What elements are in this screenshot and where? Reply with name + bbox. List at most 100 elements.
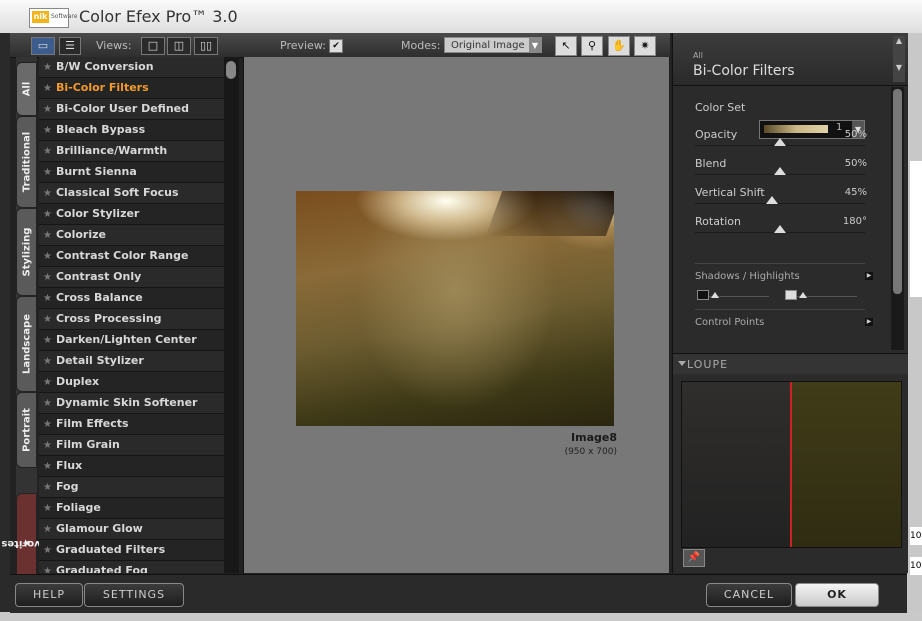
favorite-star-icon[interactable]: ★ (43, 503, 52, 514)
tab-portrait[interactable]: Portrait (16, 392, 37, 468)
ok-button[interactable]: OK (795, 583, 879, 607)
filter-list-item[interactable]: ★ Glamour Glow (39, 519, 224, 540)
filter-list-item[interactable]: ★ Cross Balance (39, 288, 224, 309)
highlights-slider-thumb[interactable] (799, 292, 807, 298)
filter-list-item[interactable]: ★ Cross Processing (39, 309, 224, 330)
header-scroll-control[interactable]: ▲ ▼ (893, 36, 905, 82)
favorite-star-icon[interactable]: ★ (43, 293, 52, 304)
scrollbar-thumb[interactable] (226, 61, 236, 79)
rotation-slider-thumb[interactable] (774, 225, 786, 233)
host-right-edge: 10 10 (907, 33, 922, 621)
filter-list-item[interactable]: ★ Color Stylizer (39, 204, 224, 225)
filter-list-item[interactable]: ★ Bleach Bypass (39, 120, 224, 141)
filter-list-item-label: Bleach Bypass (55, 123, 146, 136)
pointer-tool-icon[interactable]: ↖ (555, 36, 577, 56)
filter-list-item-label: Darken/Lighten Center (55, 333, 197, 346)
hand-tool-icon[interactable]: ✋ (608, 36, 630, 56)
tab-all[interactable]: All (16, 62, 37, 116)
vertical-shift-slider-track[interactable] (695, 203, 865, 204)
side-by-side-view-icon[interactable]: ▯▯ (194, 37, 218, 55)
opacity-slider-thumb[interactable] (774, 138, 786, 146)
filter-list-item[interactable]: ★ Bi-Color User Defined (39, 99, 224, 120)
favorite-star-icon[interactable]: ★ (43, 230, 52, 241)
preview-image[interactable] (296, 191, 614, 426)
preview-checkbox[interactable]: ✔ (329, 39, 343, 53)
category-tabs: All Traditional Stylizing Landscape Port… (0, 57, 53, 593)
favorite-star-icon[interactable]: ★ (43, 482, 52, 493)
cancel-button[interactable]: CANCEL (706, 583, 792, 607)
favorite-star-icon[interactable]: ★ (43, 251, 52, 262)
favorite-star-icon[interactable]: ★ (43, 377, 52, 388)
favorite-star-icon[interactable]: ★ (43, 209, 52, 220)
tab-stylizing[interactable]: Stylizing (16, 208, 37, 296)
filter-list-item[interactable]: ★ Detail Stylizer (39, 351, 224, 372)
favorite-star-icon[interactable]: ★ (43, 545, 52, 556)
filter-list-item[interactable]: ★ B/W Conversion (39, 57, 224, 78)
favorite-star-icon[interactable]: ★ (43, 440, 52, 451)
shadows-slider-thumb[interactable] (711, 292, 719, 298)
filter-list-item[interactable]: ★ Film Grain (39, 435, 224, 456)
favorite-star-icon[interactable]: ★ (43, 104, 52, 115)
filter-list-item-label: Burnt Sienna (55, 165, 137, 178)
filter-list-item[interactable]: ★ Contrast Only (39, 267, 224, 288)
favorite-star-icon[interactable]: ★ (43, 419, 52, 430)
modes-select[interactable]: Original Image ▼ (444, 37, 542, 53)
filter-list-item[interactable]: ★ Burnt Sienna (39, 162, 224, 183)
favorite-star-icon[interactable]: ★ (43, 566, 52, 573)
expand-arrow-icon[interactable]: ▶ (865, 318, 873, 326)
help-button[interactable]: HELP (15, 583, 83, 607)
favorite-star-icon[interactable]: ★ (43, 62, 52, 73)
favorite-star-icon[interactable]: ★ (43, 398, 52, 409)
pin-icon[interactable]: 📌 (683, 549, 705, 567)
filter-list-item[interactable]: ★ Foliage (39, 498, 224, 519)
favorite-star-icon[interactable]: ★ (43, 335, 52, 346)
filter-list-item[interactable]: ★ Flux (39, 456, 224, 477)
single-view-icon[interactable]: □ (141, 37, 165, 55)
tab-traditional[interactable]: Traditional (16, 116, 37, 208)
favorite-star-icon[interactable]: ★ (43, 146, 52, 157)
color-set-label: Color Set (695, 101, 746, 114)
logo-subtext: Software (51, 13, 78, 20)
filter-list-item[interactable]: ★ Brilliance/Warmth (39, 141, 224, 162)
panel-scrollbar[interactable] (891, 87, 904, 350)
favorite-star-icon[interactable]: ★ (43, 524, 52, 535)
loupe-header[interactable]: LOUPE (673, 353, 908, 374)
filter-list-item[interactable]: ★ Duplex (39, 372, 224, 393)
expand-arrow-icon[interactable]: ▶ (865, 272, 873, 280)
split-view-icon[interactable]: ◫ (167, 37, 191, 55)
favorite-star-icon[interactable]: ★ (43, 461, 52, 472)
favorite-star-icon[interactable]: ★ (43, 167, 52, 178)
blend-slider-thumb[interactable] (774, 167, 786, 175)
filter-list-item[interactable]: ★ Bi-Color Filters (39, 78, 224, 99)
favorite-star-icon[interactable]: ★ (43, 125, 52, 136)
favorite-star-icon[interactable]: ★ (43, 356, 52, 367)
filter-list-item-label: Fog (55, 480, 79, 493)
filter-list-scrollbar[interactable] (224, 57, 239, 573)
favorite-star-icon[interactable]: ★ (43, 314, 52, 325)
scrollbar-thumb[interactable] (893, 89, 902, 294)
tab-landscape[interactable]: Landscape (16, 296, 37, 392)
color-set-value: 1 (836, 122, 843, 133)
filter-list-item[interactable]: ★ Graduated Filters (39, 540, 224, 561)
favorite-star-icon[interactable]: ★ (43, 188, 52, 199)
filter-list-item[interactable]: ★ Darken/Lighten Center (39, 330, 224, 351)
filter-list-item[interactable]: ★ Colorize (39, 225, 224, 246)
filter-list-item[interactable]: ★ Fog (39, 477, 224, 498)
preview-area[interactable]: Image8 (950 x 700) (243, 57, 669, 573)
window-title: Color Efex Pro™ 3.0 (79, 7, 238, 26)
filter-list-item[interactable]: ★ Graduated Fog (39, 561, 224, 573)
list-view-icon[interactable]: ☰ (59, 37, 81, 55)
filter-list-item[interactable]: ★ Classical Soft Focus (39, 183, 224, 204)
spot-tool-icon[interactable]: ✷ (634, 36, 656, 56)
zoom-tool-icon[interactable]: ⚲ (581, 36, 603, 56)
filter-list-item[interactable]: ★ Contrast Color Range (39, 246, 224, 267)
favorite-star-icon[interactable]: ★ (43, 83, 52, 94)
nik-logo: nik Software (29, 8, 77, 28)
filter-list-item[interactable]: ★ Dynamic Skin Softener (39, 393, 224, 414)
settings-button[interactable]: SETTINGS (84, 583, 184, 607)
image-view-icon[interactable]: ▭ (31, 37, 55, 55)
filter-list-item[interactable]: ★ Film Effects (39, 414, 224, 435)
vertical-shift-slider-thumb[interactable] (765, 196, 778, 204)
favorite-star-icon[interactable]: ★ (43, 272, 52, 283)
loupe-view[interactable] (681, 381, 902, 548)
